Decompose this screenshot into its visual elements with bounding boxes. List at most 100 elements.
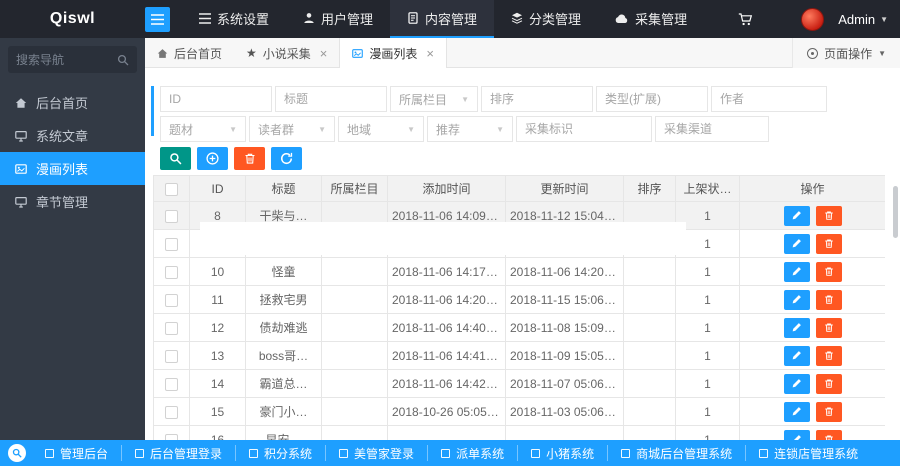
vertical-scrollbar-thumb[interactable] <box>893 186 898 238</box>
footer-link-icon <box>339 448 349 458</box>
edit-button[interactable] <box>783 205 810 226</box>
topmenu-content-management[interactable]: 内容管理 <box>390 0 495 38</box>
filter-select-category[interactable]: 所属栏目 ▼ <box>390 86 478 112</box>
cell-status: 1 <box>675 313 740 342</box>
user-icon <box>303 12 315 24</box>
delete-row-button[interactable] <box>815 317 842 338</box>
topmenu-system-settings[interactable]: 系统设置 <box>182 0 286 38</box>
user-menu[interactable]: Admin ▼ <box>838 12 888 27</box>
edit-button[interactable] <box>783 429 810 440</box>
pencil-icon <box>791 238 802 249</box>
edit-button[interactable] <box>783 373 810 394</box>
delete-row-button[interactable] <box>815 233 842 254</box>
footer-link-chainstore-system[interactable]: 连锁店管理系统 <box>745 445 871 461</box>
select-label: 所属栏目 <box>399 92 448 107</box>
sidebar-item-articles[interactable]: 系统文章 <box>0 119 145 152</box>
sidebar-item-home[interactable]: 后台首页 <box>0 86 145 119</box>
footer-link-xiaozhu-system[interactable]: 小猪系统 <box>517 445 607 461</box>
row-checkbox[interactable] <box>165 265 178 279</box>
filter-input-id[interactable] <box>160 86 272 112</box>
col-header-sort: 排序 <box>623 175 676 202</box>
filter-select-recommend[interactable]: 推荐 ▼ <box>427 116 513 142</box>
delete-row-button[interactable] <box>815 205 842 226</box>
delete-row-button[interactable] <box>815 373 842 394</box>
footer-link-meiguanjia-login[interactable]: 美管家登录 <box>325 445 427 461</box>
row-checkbox[interactable] <box>165 321 178 335</box>
row-checkbox[interactable] <box>165 293 178 307</box>
cell-sort <box>623 425 676 440</box>
search-icon[interactable] <box>117 54 129 66</box>
avatar[interactable] <box>801 7 825 31</box>
tab-comic-list[interactable]: 漫画列表 × <box>339 38 447 68</box>
table-row: 13 boss哥… 2018-11-06 14:41:30 2018-11-09… <box>153 341 885 370</box>
delete-row-button[interactable] <box>815 401 842 422</box>
filter-select-genre[interactable]: 题材 ▼ <box>160 116 246 142</box>
page-actions-label: 页面操作 <box>824 46 873 61</box>
sidebar-search-input[interactable] <box>16 52 117 67</box>
delete-row-button[interactable] <box>815 429 842 440</box>
blank-tooltip-overlay <box>200 222 686 255</box>
cell-title: 霸道总… <box>245 369 322 398</box>
footer-link-label: 积分系统 <box>264 446 313 461</box>
edit-button[interactable] <box>783 401 810 422</box>
topmenu-label: 用户管理 <box>321 11 374 27</box>
delete-row-button[interactable] <box>815 261 842 282</box>
edit-button[interactable] <box>783 345 810 366</box>
cart-icon[interactable] <box>738 12 753 26</box>
footer-link-admin-login[interactable]: 后台管理登录 <box>121 445 235 461</box>
cell-status: 1 <box>675 369 740 398</box>
page-actions-button[interactable]: 页面操作 ▼ <box>792 38 900 68</box>
row-checkbox[interactable] <box>165 377 178 391</box>
topmenu-user-management[interactable]: 用户管理 <box>286 0 390 38</box>
footer-link-icon <box>759 448 769 458</box>
row-checkbox[interactable] <box>165 209 178 223</box>
edit-button[interactable] <box>783 317 810 338</box>
refresh-icon <box>280 152 293 165</box>
footer-search-badge[interactable] <box>8 444 26 462</box>
add-button[interactable] <box>197 147 228 170</box>
footer-link-admin[interactable]: 管理后台 <box>32 445 121 461</box>
tab-home[interactable]: 后台首页 <box>145 38 234 68</box>
sidebar-item-label: 系统文章 <box>36 129 89 144</box>
refresh-button[interactable] <box>271 147 302 170</box>
topmenu-category-management[interactable]: 分类管理 <box>494 0 598 38</box>
collapse-menu-button[interactable] <box>145 6 170 32</box>
row-checkbox[interactable] <box>165 237 178 251</box>
delete-row-button[interactable] <box>815 289 842 310</box>
filter-select-readers[interactable]: 读者群 ▼ <box>249 116 335 142</box>
footer-link-dispatch-system[interactable]: 派单系统 <box>427 445 517 461</box>
sidebar-item-chapters[interactable]: 章节管理 <box>0 185 145 218</box>
filter-input-title[interactable] <box>275 86 387 112</box>
close-icon[interactable]: × <box>320 46 328 61</box>
cell-category <box>321 425 388 440</box>
batch-delete-button[interactable] <box>234 147 265 170</box>
filter-input-sort[interactable] <box>481 86 593 112</box>
filter-input-collect-channel[interactable] <box>655 116 769 142</box>
select-all-checkbox[interactable] <box>165 182 178 196</box>
row-checkbox[interactable] <box>165 349 178 363</box>
pencil-icon <box>791 294 802 305</box>
filter-input-type[interactable] <box>596 86 708 112</box>
topbar: Qiswl 系统设置 用户管理 内容管理 分类管理 采集管理 Admin ▼ <box>0 0 900 38</box>
pencil-icon <box>791 266 802 277</box>
chevron-down-icon: ▼ <box>878 48 886 58</box>
col-header-status: 上架状… <box>675 175 740 202</box>
close-icon[interactable]: × <box>426 46 434 61</box>
delete-row-button[interactable] <box>815 345 842 366</box>
edit-button[interactable] <box>783 289 810 310</box>
edit-button[interactable] <box>783 261 810 282</box>
topmenu-collect-management[interactable]: 采集管理 <box>598 0 704 38</box>
cell-status: 1 <box>675 341 740 370</box>
footer-link-mall-admin-system[interactable]: 商城后台管理系统 <box>607 445 745 461</box>
footer-link-points-system[interactable]: 积分系统 <box>235 445 325 461</box>
filter-input-collect-mark[interactable] <box>516 116 652 142</box>
star-icon: ★ <box>246 46 257 60</box>
filter-select-region[interactable]: 地域 ▼ <box>338 116 424 142</box>
search-button[interactable] <box>160 147 191 170</box>
monitor-icon <box>15 130 27 142</box>
row-checkbox[interactable] <box>165 405 178 419</box>
filter-input-author[interactable] <box>711 86 827 112</box>
tab-novel-collect[interactable]: ★ 小说采集 × <box>234 38 339 68</box>
edit-button[interactable] <box>783 233 810 254</box>
sidebar-item-comic-list[interactable]: 漫画列表 <box>0 152 145 185</box>
